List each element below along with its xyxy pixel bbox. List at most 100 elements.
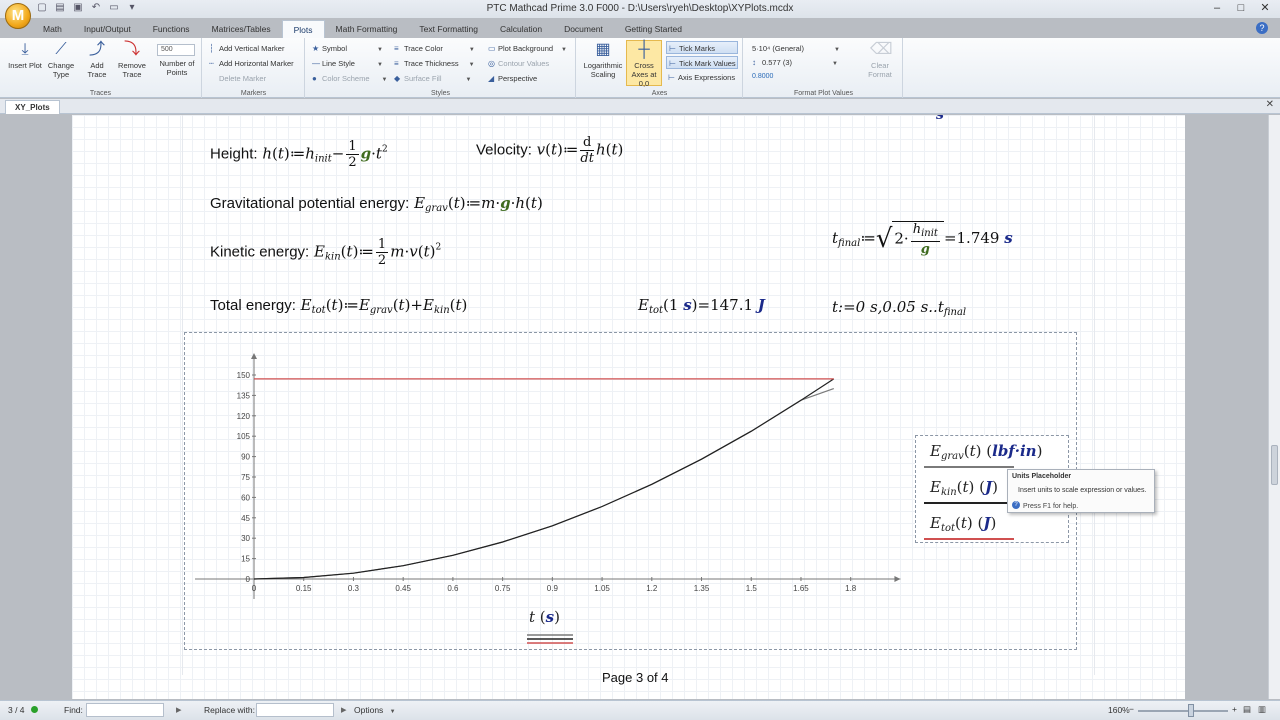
title-bar: M ▢ ▤ ▣ ↶ ▭ ▾ PTC Mathcad Prime 3.0 F000… xyxy=(0,0,1280,29)
tick-mark-values-toggle[interactable]: ⊢ Tick Mark Values xyxy=(666,56,738,69)
zoom-level: 160% xyxy=(1108,705,1130,715)
line-style-icon: — xyxy=(312,59,320,68)
format-dropdown[interactable]: 5·10⁴ (General) ▼ xyxy=(752,42,852,55)
help-info-icon: ? xyxy=(1012,501,1020,509)
region-t-final[interactable]: tfinal≔√ 2· hinit g =1.749 s xyxy=(832,221,1013,257)
close-document-icon[interactable]: ✕ xyxy=(1266,99,1274,110)
region-range-variable[interactable]: t:=0 s,0.05 s..tfinal xyxy=(832,298,966,318)
zoom-in-icon[interactable]: + xyxy=(1232,704,1237,714)
worksheet-area[interactable]: s Height: h(t)≔hinit− 1 2 g·t2 Velocity: v(… xyxy=(0,115,1268,699)
document-tab-bar: XY_Plots ✕ xyxy=(0,99,1280,114)
tab-getting-started[interactable]: Getting Started xyxy=(614,20,693,38)
y-expression-kin[interactable]: Ekin(t) (J) xyxy=(930,478,998,498)
document-tab-xy-plots[interactable]: XY_Plots xyxy=(5,100,60,114)
line-style-dropdown[interactable]: — Line Style ▼ xyxy=(312,57,383,70)
page-view-icon[interactable]: ▤ xyxy=(1243,704,1251,715)
zoom-slider[interactable] xyxy=(1138,710,1228,712)
change-type-button[interactable]: ⟋ Change Type xyxy=(44,41,78,79)
cross-axes-button[interactable]: ┼ Cross Axes at 0,0 xyxy=(626,40,662,88)
region-etot-evaluation[interactable]: Etot(1 s)=147.1 J xyxy=(638,296,765,316)
region-height[interactable]: Height: h(t)≔hinit− 1 2 g·t2 xyxy=(210,139,388,170)
group-axes: ▦ Logarithmic Scaling ┼ Cross Axes at 0,0 … xyxy=(577,38,743,98)
tab-math[interactable]: Math xyxy=(32,20,73,38)
y-tick-label-5: 75 xyxy=(241,473,250,482)
format-sample: 0.8000 xyxy=(752,73,774,80)
tab-text-formatting[interactable]: Text Formatting xyxy=(408,20,489,38)
trace-color-dropdown[interactable]: ≡ Trace Color ▼ xyxy=(394,42,475,55)
find-next-icon[interactable]: ▸ xyxy=(176,703,182,716)
trace-thickness-dropdown[interactable]: ≡ Trace Thickness ▼ xyxy=(394,57,475,70)
clear-format-button[interactable]: ⌫ Clear Format xyxy=(862,41,898,79)
zoom-slider-thumb[interactable] xyxy=(1188,704,1194,717)
zoom-out-icon[interactable]: − xyxy=(1129,704,1134,714)
x-axis-trace-swatches xyxy=(527,634,573,644)
region-fragment[interactable]: s xyxy=(936,115,944,123)
remove-trace-icon: ⤵ xyxy=(123,41,140,58)
log-scaling-button[interactable]: ▦ Logarithmic Scaling xyxy=(583,41,623,79)
tick-mark-values-icon: ⊢ xyxy=(669,59,676,68)
plot-background-icon: ▭ xyxy=(488,44,496,53)
app-menu-button[interactable]: M xyxy=(5,3,31,29)
precision-dropdown[interactable]: ↕ 0.577 (3) ▼ xyxy=(752,56,852,69)
y-tick-label-2: 30 xyxy=(241,534,250,543)
x-tick-label-1: 0.15 xyxy=(296,584,312,593)
precision-stepper-icon: ↕ xyxy=(752,58,756,67)
legend-swatch-kin xyxy=(924,502,1014,504)
y-expression-tot[interactable]: Etot(t) (J) xyxy=(930,514,996,534)
color-scheme-icon: ● xyxy=(312,74,317,83)
minimize-icon[interactable]: – xyxy=(1206,1,1228,16)
tab-matrices-tables[interactable]: Matrices/Tables xyxy=(201,20,282,38)
x-tick-label-6: 0.9 xyxy=(547,584,559,593)
close-icon[interactable]: ✕ xyxy=(1254,1,1276,16)
find-input[interactable] xyxy=(86,703,164,717)
insert-plot-icon: ⤓ xyxy=(21,41,29,58)
xy-plot[interactable]: 0 0.15 0.3 0.45 0.6 0.75 0.9 1.05 1.2 1.35 1.5 1.65… xyxy=(184,332,1155,650)
contour-values-button[interactable]: ◎ Contour Values xyxy=(488,57,549,70)
worksheet-page[interactable]: s Height: h(t)≔hinit− 1 2 g·t2 Velocity: v(… xyxy=(72,115,1185,699)
insert-plot-button[interactable]: ⤓ Insert Plot xyxy=(8,41,42,70)
number-of-points-input[interactable]: 500 xyxy=(157,44,195,56)
plot-background-dropdown[interactable]: ▭ Plot Background ▼ xyxy=(488,42,567,55)
tab-input-output[interactable]: Input/Output xyxy=(73,20,142,38)
series-line-1 xyxy=(253,378,835,580)
maximize-icon[interactable]: □ xyxy=(1230,1,1252,16)
x-axis-expression[interactable]: t (s) xyxy=(529,608,560,626)
region-velocity[interactable]: Velocity: v(t)≔ d dt h(t) xyxy=(476,135,623,166)
options-dropdown[interactable]: Options ▼ xyxy=(354,705,396,715)
x-tick-label-7: 1.05 xyxy=(594,584,610,593)
color-scheme-dropdown[interactable]: ● Color Scheme ▼ xyxy=(312,72,387,85)
tab-document[interactable]: Document xyxy=(553,20,614,38)
remove-trace-button[interactable]: ⤵ Remove Trace xyxy=(115,41,149,79)
tab-calculation[interactable]: Calculation xyxy=(489,20,553,38)
y-tick-label-1: 15 xyxy=(241,555,250,564)
delete-marker-button[interactable]: Delete Marker xyxy=(209,72,266,85)
tab-plots[interactable]: Plots xyxy=(281,20,325,38)
group-label-traces: Traces xyxy=(89,90,112,97)
region-kinetic-energy[interactable]: Kinetic energy: Ekin(t)≔ 1 2 m·v(t)2 xyxy=(210,237,441,268)
y-tick-label-7: 105 xyxy=(237,432,251,441)
region-gravitational-energy[interactable]: Gravitational potential energy: Egrav(t)… xyxy=(210,194,543,214)
add-trace-button[interactable]: ⤴ Add Trace xyxy=(80,41,114,79)
surface-fill-icon: ◆ xyxy=(394,74,401,83)
tab-functions[interactable]: Functions xyxy=(142,20,201,38)
help-icon[interactable]: ? xyxy=(1256,22,1268,34)
y-tick-label-10: 150 xyxy=(237,371,251,380)
axis-expressions-toggle[interactable]: ⊢ Axis Expressions xyxy=(666,71,738,84)
change-type-icon: ⟋ xyxy=(55,41,67,58)
scrollbar-thumb[interactable] xyxy=(1271,445,1278,485)
surface-fill-dropdown[interactable]: ◆ Surface Fill ▼ xyxy=(394,72,471,85)
perspective-button[interactable]: ◢ Perspective xyxy=(488,72,537,85)
replace-input[interactable] xyxy=(256,703,334,717)
replace-next-icon[interactable]: ▸ xyxy=(341,703,347,716)
x-tick-label-11: 1.65 xyxy=(793,584,809,593)
draft-view-icon[interactable]: ▥ xyxy=(1258,704,1266,715)
add-horizontal-marker-button[interactable]: ┄ Add Horizontal Marker xyxy=(209,57,294,70)
add-vertical-marker-button[interactable]: ┆ Add Vertical Marker xyxy=(209,42,284,55)
number-of-points-label: Number of Points xyxy=(159,59,195,77)
region-total-energy[interactable]: Total energy: Etot(t)≔Egrav(t)+Ekin(t) xyxy=(210,296,467,316)
y-expression-grav[interactable]: Egrav(t) (lbf·in) xyxy=(930,442,1042,462)
tab-math-formatting[interactable]: Math Formatting xyxy=(325,20,409,38)
tick-marks-toggle[interactable]: ⊢ Tick Marks xyxy=(666,41,738,54)
symbol-dropdown[interactable]: ★ Symbol ▼ xyxy=(312,42,383,55)
vertical-scrollbar[interactable] xyxy=(1268,115,1280,699)
